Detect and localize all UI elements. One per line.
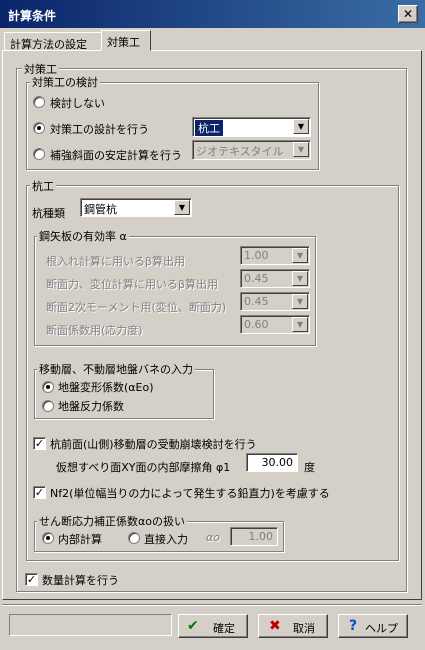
ground-spring-legend: 移動層、不動層地盤バネの入力 xyxy=(37,361,195,377)
sheet-pile-row-label: 根入れ計算に用いるβ算出用 xyxy=(46,255,186,268)
sheet-pile-row-label: 断面係数用(応力度) xyxy=(46,324,143,337)
sheet-pile-value: 0.45 xyxy=(244,272,269,285)
sheet-pile-modulus-select: 0.60 ▼ xyxy=(240,315,310,334)
radio-reaction-coefficient[interactable] xyxy=(42,400,54,412)
quantity-calc-label: 数量計算を行う xyxy=(42,574,119,587)
help-icon: ? xyxy=(349,618,358,634)
measure-type-select[interactable]: 杭工 ▼ xyxy=(192,117,311,137)
cancel-button[interactable]: ✖ 取消 xyxy=(258,614,328,638)
sheet-pile-moment-select: 0.45 ▼ xyxy=(240,292,310,311)
chevron-down-icon: ▼ xyxy=(292,248,308,263)
title-bar: 計算条件 ✕ xyxy=(0,0,425,28)
radio-reinforced-slope-label: 補強斜面の安定計算を行う xyxy=(50,149,182,162)
radio-no-review-label: 検討しない xyxy=(50,97,105,110)
sheet-pile-force-select: 0.45 ▼ xyxy=(240,269,310,288)
radio-design-measure-label: 対策工の設計を行う xyxy=(50,123,149,136)
radio-design-measure[interactable] xyxy=(33,122,45,134)
chevron-down-icon: ▼ xyxy=(293,142,309,157)
passive-collapse-checkbox[interactable]: ✓ xyxy=(33,437,46,450)
measure-review-legend: 対策工の検討 xyxy=(30,74,100,90)
alpha-label: αo xyxy=(206,531,220,544)
close-icon: ✕ xyxy=(402,7,414,21)
sheet-pile-value: 0.60 xyxy=(244,318,269,331)
radio-internal-calc-label: 内部計算 xyxy=(58,533,102,546)
tab-calculation-method[interactable]: 計算方法の設定 xyxy=(4,32,102,51)
sheet-pile-value: 0.45 xyxy=(244,295,269,308)
bottom-separator xyxy=(2,604,422,606)
pile-type-label: 杭種類 xyxy=(32,207,65,220)
sheet-pile-row-label: 断面2次モーメント用(変位、断面力) xyxy=(46,301,227,314)
chevron-down-icon: ▼ xyxy=(292,317,308,332)
help-button[interactable]: ? ヘルプ xyxy=(338,614,408,638)
radio-direct-input[interactable] xyxy=(128,532,140,544)
radio-reaction-coefficient-label: 地盤反力係数 xyxy=(58,400,124,413)
radio-no-review[interactable] xyxy=(33,96,45,108)
passive-collapse-label: 杭前面(山側)移動層の受動崩壊検討を行う xyxy=(50,438,257,451)
window-title: 計算条件 xyxy=(8,9,57,23)
chevron-down-icon: ▼ xyxy=(292,271,308,286)
pile-type-select[interactable]: 鋼管杭 ▼ xyxy=(80,198,192,217)
cancel-button-label: 取消 xyxy=(293,622,315,635)
chevron-down-icon[interactable]: ▼ xyxy=(174,200,190,215)
help-button-label: ヘルプ xyxy=(365,622,398,635)
quantity-calc-checkbox[interactable]: ✓ xyxy=(25,573,38,586)
radio-internal-calc[interactable] xyxy=(42,532,54,544)
pile-type-value: 鋼管杭 xyxy=(84,203,117,216)
checkmark-icon: ✔ xyxy=(187,618,199,634)
radio-reinforced-slope[interactable] xyxy=(33,148,45,160)
ok-button-label: 確定 xyxy=(213,622,235,635)
cross-icon: ✖ xyxy=(269,618,281,634)
friction-angle-unit: 度 xyxy=(304,461,315,474)
nf2-checkbox[interactable]: ✓ xyxy=(33,486,46,499)
chevron-down-icon[interactable]: ▼ xyxy=(293,119,309,134)
pile-legend: 杭工 xyxy=(30,178,56,194)
sheet-pile-value: 1.00 xyxy=(244,249,269,262)
friction-angle-label: 仮想すべり面XY面の内部摩擦角 φ1 xyxy=(56,461,231,474)
reinforcement-type-value: ジオテキスタイル xyxy=(196,145,284,158)
chevron-down-icon: ▼ xyxy=(292,294,308,309)
friction-angle-input[interactable]: 30.00 xyxy=(246,453,298,472)
sheet-pile-legend: 鋼矢板の有効率 α xyxy=(37,228,129,244)
radio-direct-input-label: 直接入力 xyxy=(144,533,188,546)
status-field xyxy=(9,614,172,636)
tab-countermeasure[interactable]: 対策工 xyxy=(101,30,151,51)
nf2-label: Nf2(単位幅当りの力によって発生する鉛直力)を考慮する xyxy=(50,487,330,500)
alpha-input: 1.00 xyxy=(230,527,278,546)
reinforcement-type-select: ジオテキスタイル ▼ xyxy=(192,140,311,160)
sheet-pile-row-label: 断面力、変位計算に用いるβ算出用 xyxy=(46,278,219,291)
close-button[interactable]: ✕ xyxy=(398,5,418,23)
measure-type-value: 杭工 xyxy=(195,120,223,136)
shear-correction-legend: せん断応力補正係数αoの扱い xyxy=(37,513,187,529)
ok-button[interactable]: ✔ 確定 xyxy=(178,614,248,638)
sheet-pile-embed-select: 1.00 ▼ xyxy=(240,246,310,265)
radio-deformation-coefficient[interactable] xyxy=(42,381,54,393)
radio-deformation-coefficient-label: 地盤変形係数(αEo) xyxy=(58,381,154,394)
